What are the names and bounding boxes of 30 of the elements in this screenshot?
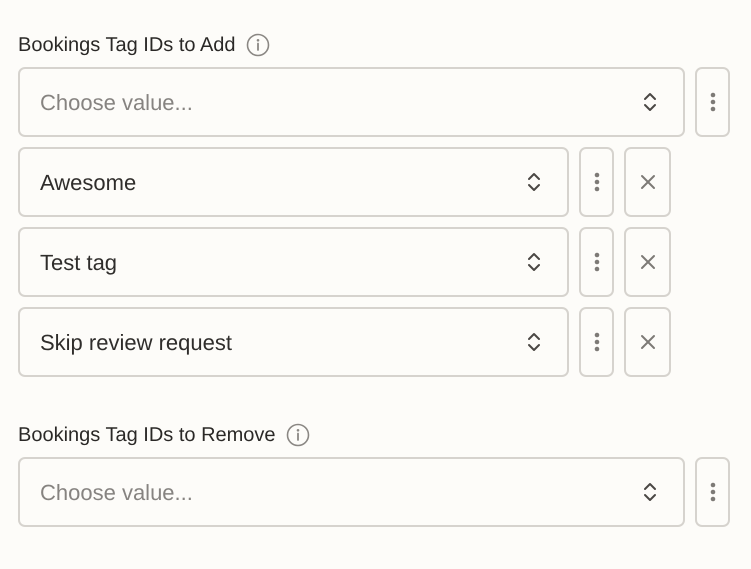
- more-options-icon: [594, 172, 600, 192]
- field-label: Bookings Tag IDs to Add: [18, 33, 236, 58]
- select-field[interactable]: Choose value...: [18, 457, 685, 527]
- select-field[interactable]: Choose value...: [18, 67, 685, 137]
- remove-button[interactable]: [624, 147, 671, 217]
- field-label: Bookings Tag IDs to Remove: [18, 423, 276, 448]
- more-options-icon: [594, 332, 600, 352]
- more-options-button[interactable]: [695, 67, 730, 137]
- chevron-up-down-icon: [643, 91, 657, 113]
- more-options-icon: [594, 252, 600, 272]
- remove-button[interactable]: [624, 307, 671, 377]
- more-options-button[interactable]: [579, 307, 614, 377]
- chevron-up-down-icon: [643, 481, 657, 503]
- value-select[interactable]: Awesome: [18, 147, 569, 217]
- close-icon: [640, 174, 656, 190]
- info-icon: [286, 423, 310, 447]
- chevron-up-down-icon: [527, 171, 541, 193]
- more-options-button[interactable]: [695, 457, 730, 527]
- close-icon: [640, 334, 656, 350]
- more-options-icon: [710, 92, 716, 112]
- more-options-button[interactable]: [579, 227, 614, 297]
- value-select[interactable]: Skip review request: [18, 307, 569, 377]
- chevron-up-down-icon: [527, 251, 541, 273]
- value-select[interactable]: Test tag: [18, 227, 569, 297]
- chevron-up-down-icon: [527, 331, 541, 353]
- more-options-button[interactable]: [579, 147, 614, 217]
- info-icon: [246, 33, 270, 57]
- remove-button[interactable]: [624, 227, 671, 297]
- close-icon: [640, 254, 656, 270]
- more-options-icon: [710, 482, 716, 502]
